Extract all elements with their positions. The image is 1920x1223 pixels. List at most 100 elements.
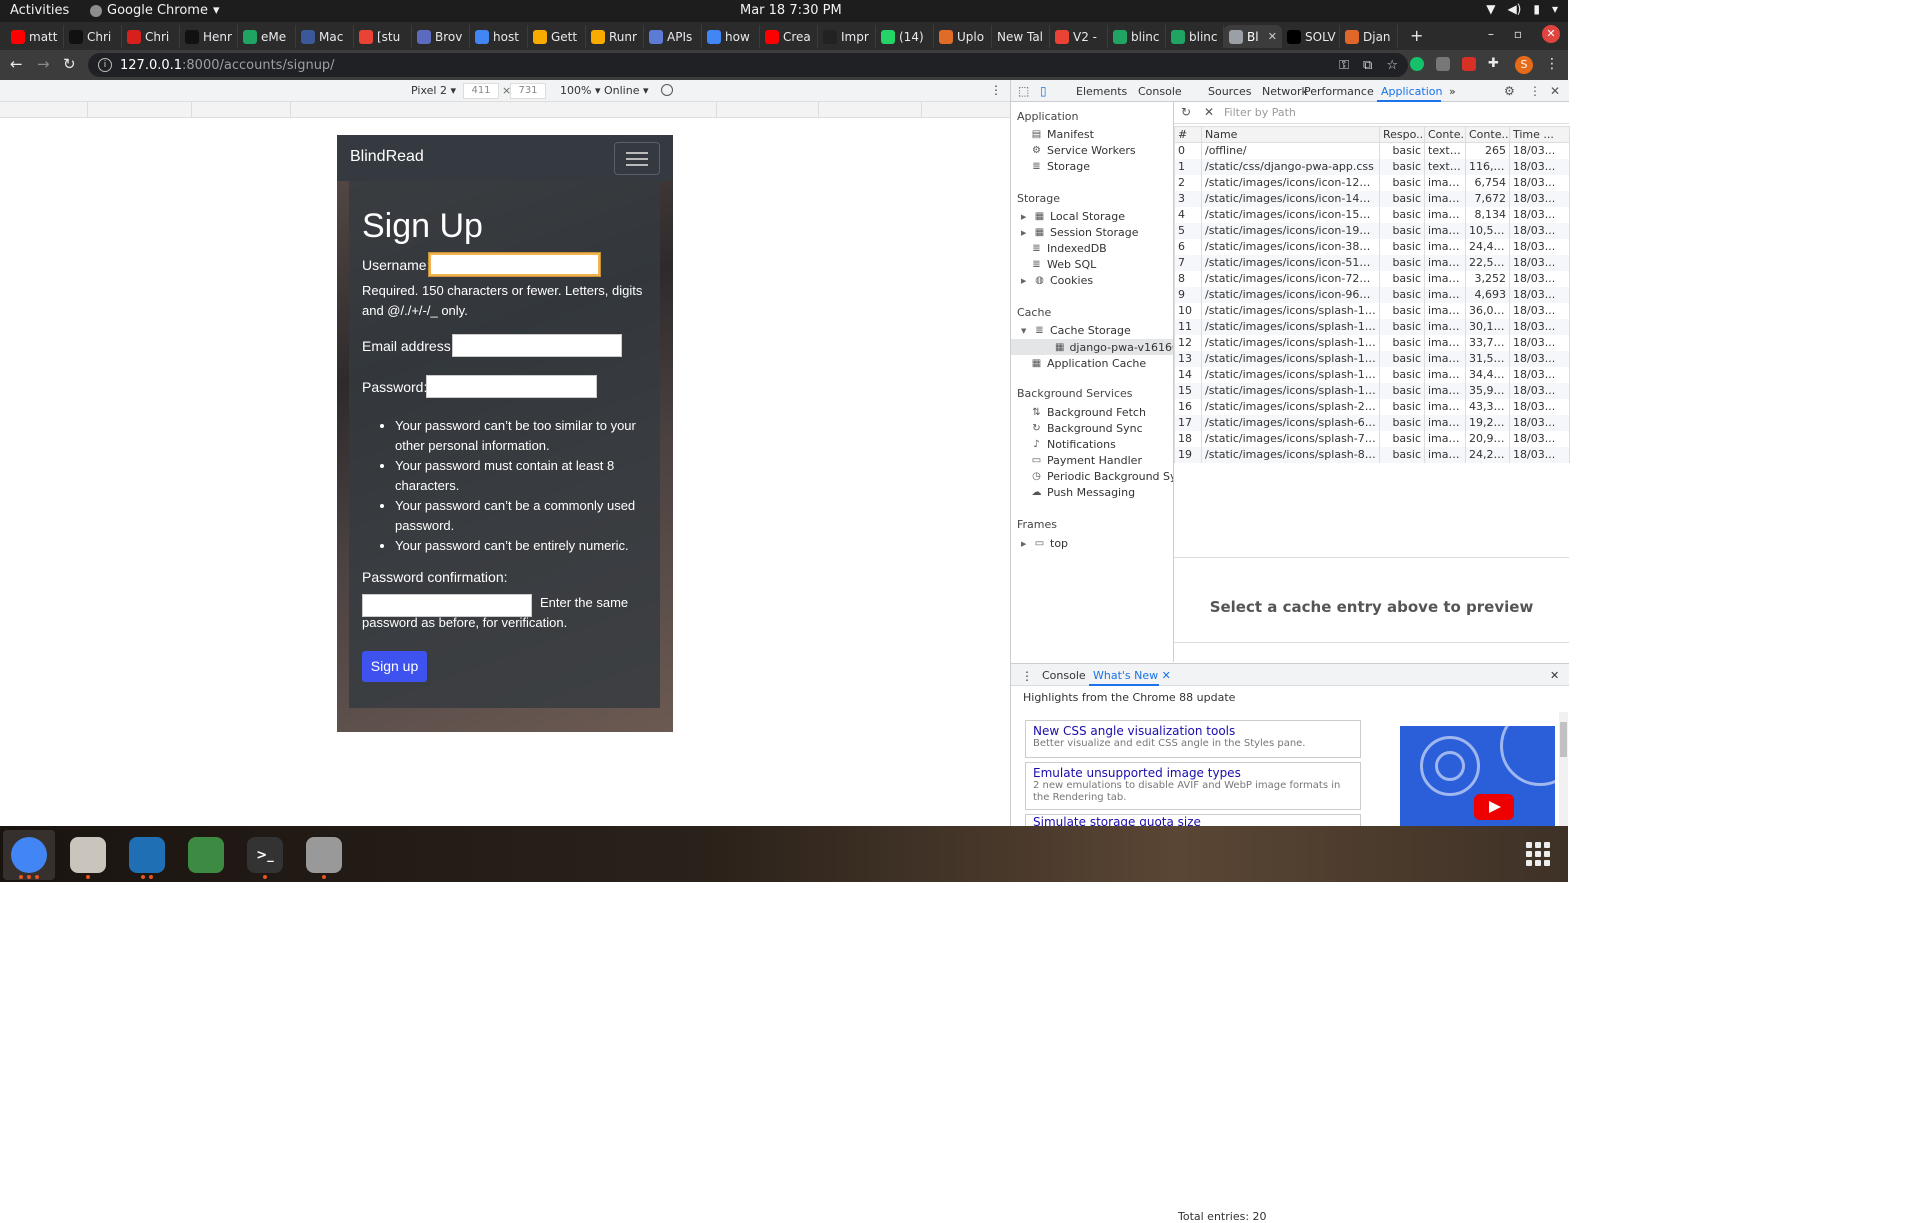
- tab-sources[interactable]: Sources: [1208, 85, 1252, 98]
- app-menu[interactable]: Google Chrome ▾: [90, 3, 220, 18]
- browser-tab[interactable]: Crea: [760, 25, 818, 48]
- whats-new-item[interactable]: Emulate unsupported image types 2 new em…: [1025, 762, 1361, 810]
- media-query-bar[interactable]: [0, 102, 1010, 118]
- column-header-index[interactable]: #: [1174, 126, 1202, 143]
- browser-tab[interactable]: Bl ✕: [1224, 25, 1282, 48]
- delete-entry-icon[interactable]: ✕: [1204, 105, 1214, 119]
- extension-icon[interactable]: [1462, 56, 1476, 71]
- sidebar-item-manifest[interactable]: ▤ Manifest: [1031, 128, 1094, 141]
- youtube-play-icon[interactable]: [1474, 794, 1514, 820]
- table-row[interactable]: 0/offline/basic text/... 265 18/03...: [1174, 142, 1570, 159]
- address-bar[interactable]: i 127.0.0.1:8000/accounts/signup/ ⚿ ⧉ ☆: [88, 53, 1408, 77]
- browser-tab[interactable]: host: [470, 25, 528, 48]
- key-icon[interactable]: ⚿: [1339, 58, 1349, 73]
- column-header-name[interactable]: Name: [1201, 126, 1380, 143]
- table-row[interactable]: 11/static/images/icons/splash-1242x2...b…: [1174, 318, 1570, 335]
- table-row[interactable]: 3/static/images/icons/icon-144x144....ba…: [1174, 190, 1570, 207]
- password-input[interactable]: [426, 375, 597, 398]
- whats-new-item[interactable]: New CSS angle visualization tools Better…: [1025, 720, 1361, 758]
- column-header-content-length[interactable]: Conte...: [1465, 126, 1510, 143]
- clock[interactable]: Mar 18 7:30 PM: [740, 3, 842, 18]
- table-row[interactable]: 7/static/images/icons/icon-512x512....ba…: [1174, 254, 1570, 271]
- email-input[interactable]: [452, 334, 622, 357]
- sidebar-item-frame-top[interactable]: ▶ ▭ top: [1021, 537, 1068, 550]
- username-input[interactable]: [429, 253, 600, 276]
- sidebar-item-background-sync[interactable]: ↻ Background Sync: [1031, 422, 1142, 435]
- table-row[interactable]: 15/static/images/icons/splash-1668x2...b…: [1174, 382, 1570, 399]
- device-toggle-icon[interactable]: ▯: [1040, 84, 1047, 98]
- browser-tab[interactable]: SOLV: [1282, 25, 1340, 48]
- restore-icon[interactable]: ▫: [1514, 27, 1522, 41]
- browser-tab[interactable]: Uplo: [934, 25, 992, 48]
- settings-gear-icon[interactable]: ⚙: [1504, 84, 1515, 98]
- sidebar-item-local-storage[interactable]: ▶ ▦ Local Storage: [1021, 210, 1125, 223]
- close-tab-icon[interactable]: ✕: [1162, 669, 1171, 682]
- column-header-response-type[interactable]: Respo...: [1379, 126, 1425, 143]
- inspect-element-icon[interactable]: ⬚: [1018, 84, 1029, 98]
- brand-link[interactable]: BlindRead: [350, 148, 424, 166]
- zoom-select[interactable]: 100% ▾: [560, 84, 600, 97]
- table-row[interactable]: 17/static/images/icons/splash-640x11...b…: [1174, 414, 1570, 431]
- sidebar-item-indexeddb[interactable]: ≣ IndexedDB: [1031, 242, 1106, 255]
- collapse-arrow-icon[interactable]: ▼: [1021, 327, 1029, 335]
- dock-app-chrome[interactable]: [3, 830, 55, 880]
- more-tabs-icon[interactable]: »: [1449, 85, 1456, 98]
- close-drawer-icon[interactable]: ✕: [1550, 669, 1559, 682]
- browser-tab[interactable]: APIs: [644, 25, 702, 48]
- browser-tab[interactable]: Mac: [296, 25, 354, 48]
- table-row[interactable]: 2/static/images/icons/icon-128x128....ba…: [1174, 174, 1570, 191]
- table-row[interactable]: 16/static/images/icons/splash-2048x2...b…: [1174, 398, 1570, 415]
- sidebar-item-cache-storage[interactable]: ▼ ≣ Cache Storage: [1021, 324, 1131, 337]
- table-row[interactable]: 5/static/images/icons/icon-192x192....ba…: [1174, 222, 1570, 239]
- sidebar-item-storage[interactable]: ≣ Storage: [1031, 160, 1090, 173]
- show-applications-icon[interactable]: [1526, 842, 1550, 866]
- browser-tab[interactable]: Henr: [180, 25, 238, 48]
- device-select[interactable]: Pixel 2 ▾: [411, 84, 456, 97]
- system-tray[interactable]: ▼ ◀) ▮ ▾: [1486, 2, 1558, 16]
- activities-button[interactable]: Activities: [10, 3, 69, 18]
- sidebar-item-cache-entry[interactable]: ▦ django-pwa-v1616075785: [1011, 339, 1173, 355]
- bookmark-star-icon[interactable]: ☆: [1386, 58, 1398, 73]
- profile-avatar[interactable]: S: [1515, 56, 1533, 74]
- dock-app-files[interactable]: [62, 830, 114, 880]
- close-devtools-icon[interactable]: ✕: [1550, 84, 1560, 98]
- expand-arrow-icon[interactable]: ▶: [1021, 277, 1029, 285]
- column-header-time-cached[interactable]: Time ...: [1509, 126, 1570, 143]
- browser-tab[interactable]: (14): [876, 25, 934, 48]
- sidebar-item-service-workers[interactable]: ⚙ Service Workers: [1031, 144, 1136, 157]
- sidebar-item-push-messaging[interactable]: ☁ Push Messaging: [1031, 486, 1136, 499]
- browser-tab[interactable]: Chri: [122, 25, 180, 48]
- table-row[interactable]: 8/static/images/icons/icon-72x72.pngbasi…: [1174, 270, 1570, 287]
- sidebar-item-cookies[interactable]: ▶ ◍ Cookies: [1021, 274, 1093, 287]
- signup-button[interactable]: Sign up: [362, 651, 427, 682]
- new-tab-button[interactable]: +: [1410, 26, 1423, 45]
- browser-tab[interactable]: Brov: [412, 25, 470, 48]
- browser-tab[interactable]: New Tal: [992, 25, 1050, 48]
- rotate-icon[interactable]: [661, 84, 673, 96]
- column-header-content-type[interactable]: Conte...: [1424, 126, 1466, 143]
- browser-tab[interactable]: blinc: [1166, 25, 1224, 48]
- dock-app-downloader[interactable]: [180, 830, 232, 880]
- browser-tab[interactable]: Chri: [64, 25, 122, 48]
- sidebar-item-background-fetch[interactable]: ⇅ Background Fetch: [1031, 406, 1146, 419]
- browser-tab[interactable]: V2 -: [1050, 25, 1108, 48]
- browser-tab[interactable]: blinc: [1108, 25, 1166, 48]
- table-row[interactable]: 19/static/images/icons/splash-828x17...b…: [1174, 446, 1570, 463]
- drawer-vertical-scrollbar[interactable]: [1559, 712, 1568, 827]
- browser-tab[interactable]: Runr: [586, 25, 644, 48]
- close-window-icon[interactable]: ✕: [1542, 25, 1560, 43]
- table-row[interactable]: 1/static/css/django-pwa-app.css basic text…: [1174, 158, 1570, 175]
- table-row[interactable]: 4/static/images/icons/icon-152x152....ba…: [1174, 206, 1570, 223]
- devtools-menu-icon[interactable]: ⋮: [1529, 84, 1541, 98]
- grammarly-extension-icon[interactable]: [1410, 56, 1424, 71]
- table-row[interactable]: 9/static/images/icons/icon-96x96.pngbasi…: [1174, 286, 1570, 303]
- browser-tab[interactable]: Gett: [528, 25, 586, 48]
- site-info-icon[interactable]: i: [98, 58, 112, 72]
- table-row[interactable]: 14/static/images/icons/splash-1668x2...b…: [1174, 366, 1570, 383]
- filter-path-input[interactable]: Filter by Path: [1224, 106, 1296, 119]
- sidebar-item-payment-handler[interactable]: ▭ Payment Handler: [1031, 454, 1142, 467]
- close-tab-icon[interactable]: ✕: [1268, 30, 1277, 43]
- table-row[interactable]: 13/static/images/icons/splash-1536x2...b…: [1174, 350, 1570, 367]
- browser-tab[interactable]: eMe: [238, 25, 296, 48]
- device-toolbar-menu-icon[interactable]: ⋮: [990, 83, 1002, 97]
